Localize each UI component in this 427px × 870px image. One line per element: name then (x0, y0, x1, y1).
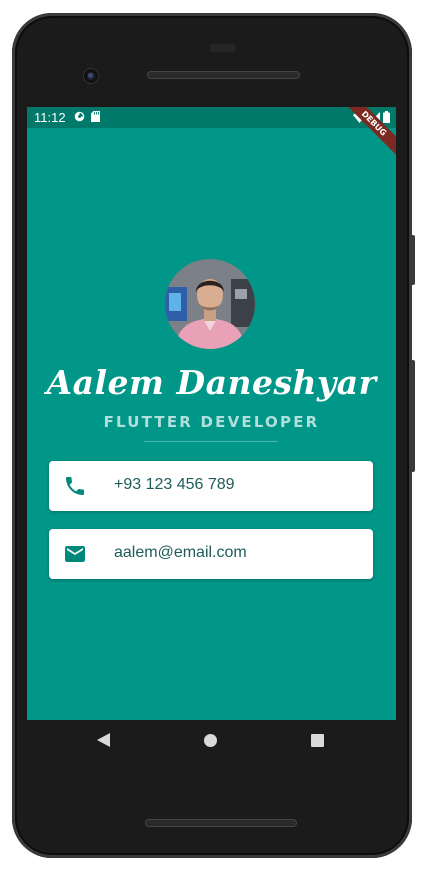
phone-card[interactable]: +93 123 456 789 (49, 461, 373, 511)
bottom-speaker (145, 819, 297, 827)
earpiece-speaker (147, 71, 300, 79)
email-address: aalem@email.com (114, 544, 247, 561)
divider (144, 441, 278, 442)
back-icon[interactable] (97, 733, 110, 747)
profile-name: Aalem Daneshyar (46, 363, 377, 402)
email-card[interactable]: aalem@email.com (49, 529, 373, 579)
phone-icon (66, 477, 84, 495)
status-time: 11:12 (34, 110, 66, 125)
data-saver-icon (74, 111, 85, 122)
navigation-bar (27, 720, 396, 765)
recents-icon[interactable] (311, 734, 324, 747)
email-icon (65, 546, 85, 562)
phone-number: +93 123 456 789 (114, 476, 235, 493)
profile-title: FLUTTER DEVELOPER (103, 413, 320, 431)
power-button (411, 235, 415, 285)
battery-icon (383, 111, 390, 123)
status-bar: 11:12 (27, 107, 396, 128)
avatar[interactable] (165, 259, 255, 349)
volume-button (411, 360, 415, 472)
home-icon[interactable] (204, 734, 217, 747)
app-screen: 11:12 DEBUG Aalem Daneshyar FLUTTER DEVE… (27, 107, 396, 720)
proximity-sensor (210, 44, 236, 52)
profile-photo (165, 259, 255, 349)
sd-card-icon (91, 111, 100, 122)
front-camera (84, 69, 98, 83)
